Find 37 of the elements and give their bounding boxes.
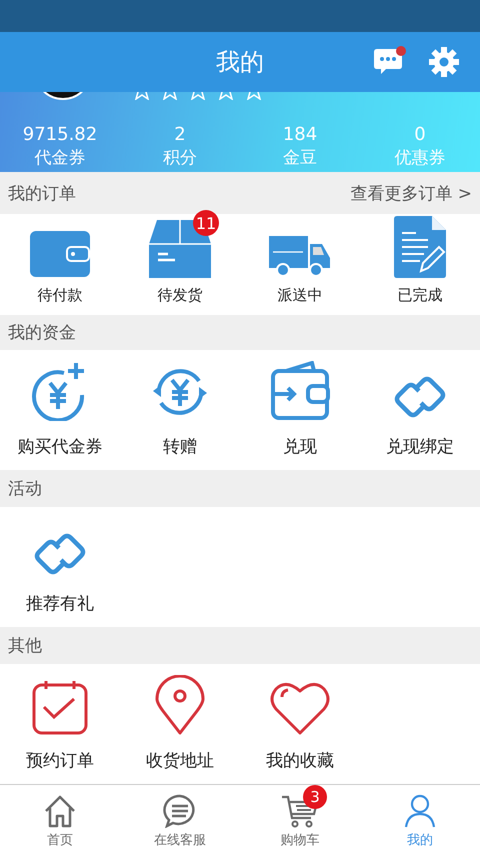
settings-icon[interactable] bbox=[428, 46, 460, 78]
section-title: 其他 bbox=[8, 635, 42, 657]
document-icon bbox=[394, 216, 446, 278]
menu-item[interactable]: 我的收藏 bbox=[240, 664, 360, 784]
tab[interactable]: 首页 bbox=[0, 785, 120, 856]
menu-item[interactable]: 预约订单 bbox=[0, 664, 120, 784]
heart-icon bbox=[270, 681, 330, 735]
menu-item[interactable]: 派送中 bbox=[240, 214, 360, 315]
calendar-check-icon bbox=[32, 679, 88, 735]
menu-item[interactable]: 转赠 bbox=[120, 350, 240, 470]
menu-item[interactable]: 兑现 bbox=[240, 350, 360, 470]
wallet-icon bbox=[270, 361, 330, 421]
page-title: 我的 bbox=[216, 47, 264, 78]
menu-item[interactable]: 购买代金券 bbox=[0, 350, 120, 470]
wallet-icon bbox=[29, 230, 91, 278]
tab[interactable]: 3 购物车 bbox=[240, 785, 360, 856]
menu-item[interactable]: 兑现绑定 bbox=[360, 350, 480, 470]
person-icon bbox=[403, 794, 437, 828]
message-icon[interactable] bbox=[372, 46, 404, 76]
chat-icon bbox=[163, 794, 197, 828]
section-title: 活动 bbox=[8, 478, 42, 500]
truck-icon bbox=[269, 236, 331, 278]
menu-item[interactable]: 推荐有礼 bbox=[0, 507, 120, 627]
home-icon bbox=[43, 794, 77, 828]
menu-item[interactable]: 待付款 bbox=[0, 214, 120, 315]
more-orders-link[interactable]: 查看更多订单 > bbox=[350, 182, 472, 204]
menu-item[interactable]: 收货地址 bbox=[120, 664, 240, 784]
stat-value: 9715.82 bbox=[22, 124, 98, 146]
count-badge: 3 bbox=[303, 784, 327, 808]
section-title: 我的订单 bbox=[8, 182, 76, 204]
stat-value: 0 bbox=[414, 124, 426, 146]
section-title: 我的资金 bbox=[8, 322, 76, 344]
tab[interactable]: 在线客服 bbox=[120, 785, 240, 856]
location-pin-icon bbox=[155, 675, 205, 735]
menu-item[interactable]: 已完成 bbox=[360, 214, 480, 315]
stat-value: 2 bbox=[174, 124, 186, 146]
stat-value: 184 bbox=[282, 124, 318, 146]
